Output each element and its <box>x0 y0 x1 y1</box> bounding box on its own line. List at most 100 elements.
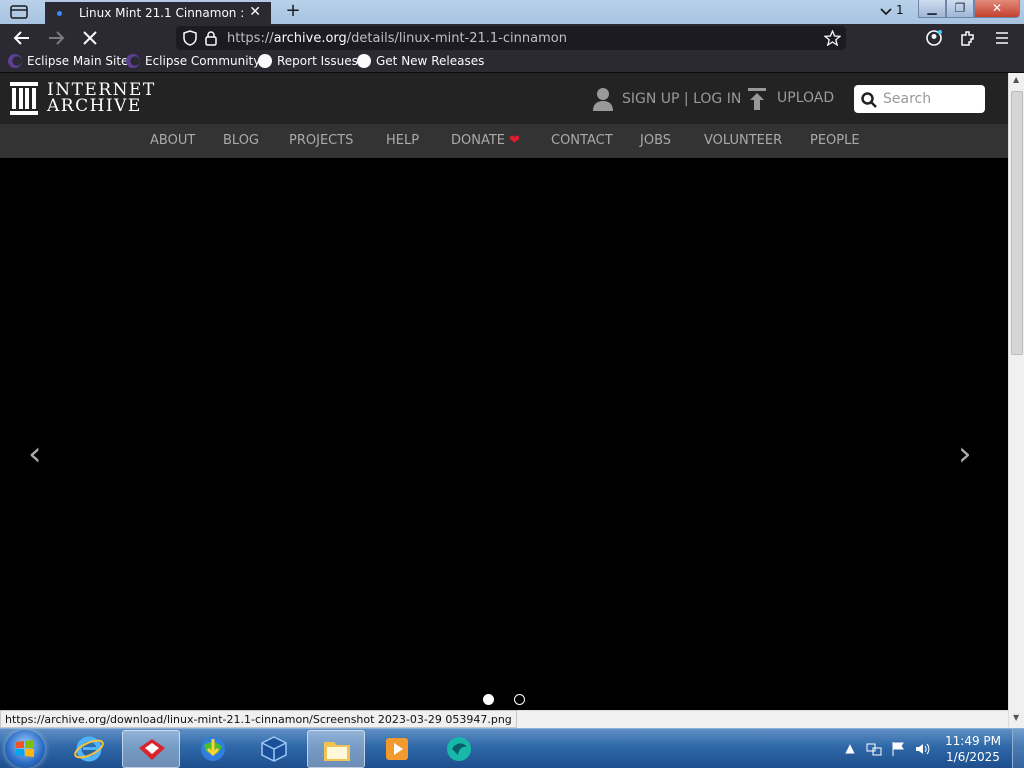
menu-contact[interactable]: CONTACT <box>551 133 613 148</box>
maximize-button[interactable]: ❐ <box>946 0 974 18</box>
show-hidden-icons-icon[interactable]: ▲ <box>842 741 858 757</box>
teal-app-icon <box>447 737 471 761</box>
logo-wordmark: INTERNET ARCHIVE <box>47 82 156 116</box>
bookmark-get-new-releases[interactable]: Get New Releases <box>357 54 484 72</box>
tab-title: Linux Mint 21.1 Cinnamon : Linux <box>79 6 247 20</box>
scrollbar-thumb[interactable] <box>1011 91 1023 355</box>
globe-download-icon <box>201 737 225 761</box>
carousel-prev-icon[interactable]: ‹ <box>28 434 42 474</box>
new-tab-button[interactable]: + <box>284 1 302 21</box>
network-icon[interactable] <box>866 741 882 757</box>
vertical-scrollbar[interactable]: ▲ ▼ <box>1008 73 1024 728</box>
bookmarks-toolbar: Eclipse Main Site Eclipse Community Repo… <box>0 52 1024 73</box>
account-icon[interactable] <box>924 29 944 47</box>
status-link-preview: https://archive.org/download/linux-mint-… <box>0 710 517 728</box>
internet-archive-logo[interactable]: INTERNET ARCHIVE <box>10 82 154 116</box>
tab-bar: Linux Mint 21.1 Cinnamon : Linux ✕ + 1 ▁… <box>0 0 1024 25</box>
search-icon <box>861 92 877 108</box>
upload-text: UPLOAD <box>777 90 835 106</box>
carousel-dot[interactable] <box>514 694 525 705</box>
tab-count: 1 <box>896 3 904 17</box>
menu-blog[interactable]: BLOG <box>223 133 259 148</box>
media-player-icon <box>386 738 408 760</box>
sign-up-login-text[interactable]: SIGN UP | LOG IN <box>622 91 741 107</box>
forward-arrow-icon[interactable] <box>46 29 66 47</box>
active-tab[interactable]: Linux Mint 21.1 Cinnamon : Linux ✕ <box>45 0 271 25</box>
start-button[interactable] <box>5 730 45 768</box>
user-icon <box>593 88 613 111</box>
show-desktop-button[interactable] <box>1012 729 1024 768</box>
tab-favicon-icon <box>57 11 62 16</box>
stop-loading-icon[interactable] <box>80 29 100 47</box>
image-carousel: ‹ › <box>0 158 1008 710</box>
github-icon <box>258 54 272 68</box>
bookmark-report-issues[interactable]: Report Issues <box>258 54 358 72</box>
taskbar-media-player[interactable] <box>368 730 426 768</box>
ia-top-menu: ABOUT BLOG PROJECTS HELP DONATE ❤ CONTAC… <box>0 124 1008 158</box>
bookmark-label: Report Issues <box>277 54 358 68</box>
menu-people[interactable]: PEOPLE <box>810 133 860 148</box>
url-host: archive.org <box>273 31 347 46</box>
tab-close-icon[interactable]: ✕ <box>249 4 261 20</box>
carousel-dot-active[interactable] <box>483 694 494 705</box>
archive-building-icon <box>10 82 38 115</box>
extensions-icon[interactable] <box>958 29 978 47</box>
taskbar-virtualbox[interactable] <box>245 730 303 768</box>
menu-jobs[interactable]: JOBS <box>640 133 671 148</box>
window-controls: ▁ ❐ ✕ <box>918 0 1020 18</box>
menu-volunteer[interactable]: VOLUNTEER <box>704 133 782 148</box>
lock-icon[interactable] <box>204 30 218 46</box>
menu-help[interactable]: HELP <box>386 133 419 148</box>
menu-hamburger-icon[interactable] <box>992 29 1012 47</box>
action-center-flag-icon[interactable] <box>890 741 906 757</box>
minimize-button[interactable]: ▁ <box>918 0 946 18</box>
bookmark-star-icon[interactable] <box>824 30 841 46</box>
bookmark-label: Get New Releases <box>376 54 485 68</box>
carousel-next-icon[interactable]: › <box>958 434 972 474</box>
taskbar-teal-app[interactable] <box>430 730 488 768</box>
taskbar-download-manager[interactable] <box>184 730 242 768</box>
bookmark-label: Eclipse Main Site <box>27 54 129 68</box>
bookmark-eclipse-community[interactable]: Eclipse Community <box>126 54 260 72</box>
eclipse-icon <box>8 54 22 68</box>
shield-icon[interactable] <box>182 30 198 46</box>
menu-about[interactable]: ABOUT <box>150 133 195 148</box>
navigation-toolbar: https://archive.org/details/linux-mint-2… <box>0 24 1024 52</box>
taskbar-internet-explorer[interactable] <box>60 730 118 768</box>
list-all-tabs-icon[interactable] <box>8 3 30 21</box>
chevron-down-icon[interactable] <box>880 7 892 17</box>
logo-line-2: ARCHIVE <box>47 96 142 116</box>
folder-icon <box>324 742 350 761</box>
clock-time: 11:49 PM <box>945 734 1001 748</box>
menu-donate-label: DONATE <box>451 133 506 148</box>
scroll-up-icon[interactable]: ▲ <box>1013 75 1019 84</box>
windows-logo-icon <box>16 740 34 757</box>
virtualbox-icon <box>261 736 287 762</box>
ia-header: INTERNET ARCHIVE SIGN UP | LOG IN UPLOAD… <box>0 73 1008 124</box>
url-scheme: https:// <box>227 31 274 46</box>
system-clock[interactable]: 11:49 PM 1/6/2025 <box>944 733 1002 765</box>
scroll-down-icon[interactable]: ▼ <box>1013 713 1019 722</box>
back-arrow-icon[interactable] <box>12 29 32 47</box>
windows-taskbar: ▲ 11:49 PM 1/6/2025 <box>0 728 1024 768</box>
close-window-button[interactable]: ✕ <box>974 0 1020 18</box>
bookmark-eclipse-main-site[interactable]: Eclipse Main Site <box>8 54 128 72</box>
internet-explorer-icon <box>74 736 104 762</box>
eclipse-icon <box>126 54 140 68</box>
heart-icon: ❤ <box>509 133 521 148</box>
upload-icon <box>748 88 766 110</box>
search-placeholder: Search <box>883 91 932 107</box>
taskbar-firefox-window[interactable] <box>122 730 180 768</box>
url-bar[interactable]: https://archive.org/details/linux-mint-2… <box>176 26 846 50</box>
ia-search-input[interactable]: Search <box>854 85 985 113</box>
menu-donate[interactable]: DONATE ❤ <box>451 133 520 148</box>
menu-projects[interactable]: PROJECTS <box>289 133 353 148</box>
url-path: /details/linux-mint-21.1-cinnamon <box>346 31 567 46</box>
clock-date: 1/6/2025 <box>946 750 1000 764</box>
github-icon <box>357 54 371 68</box>
volume-icon[interactable] <box>914 741 930 757</box>
url-text[interactable]: https://archive.org/details/linux-mint-2… <box>227 31 567 46</box>
taskbar-file-explorer[interactable] <box>307 730 365 768</box>
bookmark-label: Eclipse Community <box>145 54 261 68</box>
app-red-icon <box>139 739 165 760</box>
